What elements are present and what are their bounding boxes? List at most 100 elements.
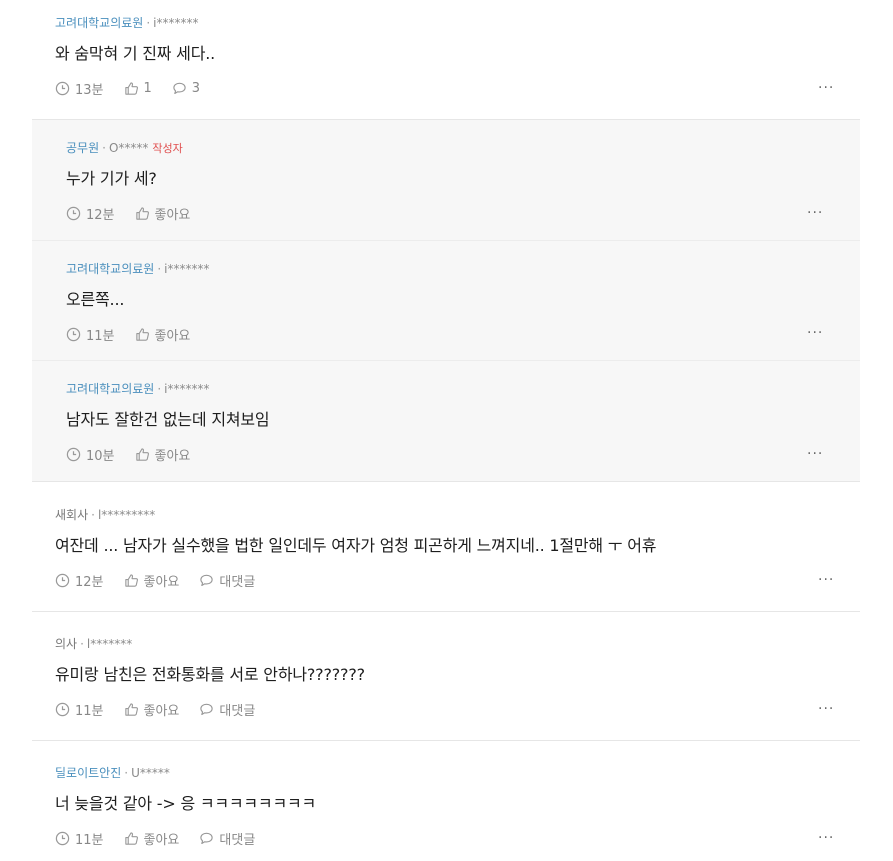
more-dots-icon[interactable]: ··· <box>818 572 834 588</box>
timestamp: 11분 <box>55 829 104 848</box>
time-label: 10분 <box>86 449 115 464</box>
comment-text: 너 늦을것 같아 -> 응 ㅋㅋㅋㅋㅋㅋㅋㅋ <box>55 794 317 813</box>
clock-icon <box>66 327 81 342</box>
like-count: 1 <box>143 81 152 96</box>
comment-text: 와 숨막혀 기 진짜 세다.. <box>55 44 215 63</box>
author-name[interactable]: 딜로이트안진 <box>55 766 121 780</box>
comment-actions: 11분 좋아요 대댓글 <box>55 829 275 848</box>
time-label: 11분 <box>75 833 104 848</box>
comment-text: 누가 기가 세? <box>66 169 157 188</box>
thumbs-up-icon <box>135 448 149 461</box>
reply-button[interactable]: 3 <box>172 81 200 96</box>
user-id: U***** <box>131 766 170 780</box>
reply-label: 대댓글 <box>219 704 256 719</box>
like-button[interactable]: 좋아요 <box>135 325 191 344</box>
comment-meta: 딜로이트안진 · U***** <box>55 764 170 781</box>
comment-text: 남자도 잘한건 없는데 지쳐보임 <box>66 410 270 429</box>
comment-actions: 11분 좋아요 <box>66 325 210 344</box>
meta-separator: · <box>91 508 95 522</box>
comment-actions: 13분 1 3 <box>55 79 220 98</box>
reply-item: 고려대학교의료원 · i******* 남자도 잘한건 없는데 지쳐보임 10분 좋… <box>32 361 860 482</box>
comment-meta: 새회사 · l********* <box>55 506 155 523</box>
user-id: i******* <box>164 262 210 276</box>
author-name[interactable]: 의사 <box>55 637 77 651</box>
timestamp: 12분 <box>55 571 104 590</box>
comment-text: 오른쪽... <box>66 290 125 309</box>
like-button[interactable]: 1 <box>124 81 152 96</box>
comment-item: 새회사 · l********* 여잔데 ... 남자가 실수했을 법한 일인데두 … <box>32 482 860 612</box>
comment-meta: 의사 · l******* <box>55 635 132 652</box>
user-id: l******* <box>86 637 133 651</box>
more-dots-icon[interactable]: ··· <box>818 80 834 96</box>
clock-icon <box>55 81 70 96</box>
author-name[interactable]: 공무원 <box>66 141 99 155</box>
timestamp: 13분 <box>55 79 104 98</box>
thumbs-up-icon <box>135 328 149 341</box>
speech-bubble-icon <box>173 82 186 95</box>
clock-icon <box>66 206 81 221</box>
like-button[interactable]: 좋아요 <box>135 445 191 464</box>
comment-actions: 10분 좋아요 <box>66 445 210 464</box>
user-id: O***** <box>108 141 149 155</box>
more-dots-icon[interactable]: ··· <box>807 205 823 221</box>
reply-label: 대댓글 <box>219 833 256 848</box>
author-name[interactable]: 고려대학교의료원 <box>66 382 154 396</box>
author-name[interactable]: 새회사 <box>55 508 88 522</box>
timestamp: 12분 <box>66 204 115 223</box>
comment-text: 여잔데 ... 남자가 실수했을 법한 일인데두 여자가 엄청 피곤하게 느껴지… <box>55 536 657 555</box>
comment-item: 딜로이트안진 · U***** 너 늦을것 같아 -> 응 ㅋㅋㅋㅋㅋㅋㅋㅋ 11분… <box>32 741 860 861</box>
reply-item: 고려대학교의료원 · i******* 오른쪽... 11분 좋아요 ··· <box>32 241 860 361</box>
more-dots-icon[interactable]: ··· <box>807 446 823 462</box>
reply-button[interactable]: 대댓글 <box>199 829 255 848</box>
timestamp: 10분 <box>66 445 115 464</box>
time-label: 11분 <box>86 329 115 344</box>
like-button[interactable]: 좋아요 <box>135 204 190 223</box>
more-dots-icon[interactable]: ··· <box>807 325 823 341</box>
comment-actions: 12분 좋아요 대댓글 <box>55 571 275 590</box>
meta-separator: · <box>157 262 162 276</box>
thumbs-up-icon <box>124 574 138 587</box>
timestamp: 11분 <box>55 700 104 719</box>
like-label: 좋아요 <box>143 704 180 719</box>
thumbs-up-icon <box>124 832 138 845</box>
like-label: 좋아요 <box>154 329 191 344</box>
like-button[interactable]: 좋아요 <box>124 571 180 590</box>
comment-actions: 11분 좋아요 대댓글 <box>55 700 275 719</box>
meta-separator: · <box>102 141 106 155</box>
speech-bubble-icon <box>200 832 214 845</box>
timestamp: 11분 <box>66 325 115 344</box>
comment-item: 고려대학교의료원 · i******* 와 숨막혀 기 진짜 세다.. 13분 1 … <box>32 0 860 120</box>
time-label: 12분 <box>75 575 104 590</box>
meta-separator: · <box>80 637 84 651</box>
thumbs-up-icon <box>124 82 138 95</box>
user-id: i******* <box>164 382 210 396</box>
reply-button[interactable]: 대댓글 <box>199 700 255 719</box>
clock-icon <box>55 573 70 588</box>
clock-icon <box>55 831 70 846</box>
author-name[interactable]: 고려대학교의료원 <box>66 262 154 276</box>
reply-item: 공무원 · O***** 작성자 누가 기가 세? 12분 좋아요 ··· <box>32 120 860 241</box>
meta-separator: · <box>146 16 151 30</box>
speech-bubble-icon <box>200 574 214 587</box>
meta-separator: · <box>157 382 162 396</box>
thumbs-up-icon <box>135 207 149 220</box>
more-dots-icon[interactable]: ··· <box>818 830 834 846</box>
more-dots-icon[interactable]: ··· <box>818 701 834 717</box>
user-id: l********* <box>97 508 156 522</box>
like-label: 좋아요 <box>143 575 180 590</box>
comment-text: 유미랑 남친은 전화통화를 서로 안하나??????? <box>55 665 365 684</box>
reply-label: 대댓글 <box>219 575 256 590</box>
comment-meta: 고려대학교의료원 · i******* <box>66 380 210 397</box>
author-badge: 작성자 <box>152 142 183 155</box>
author-name[interactable]: 고려대학교의료원 <box>55 16 143 30</box>
like-label: 좋아요 <box>154 449 191 464</box>
clock-icon <box>55 702 70 717</box>
reply-count: 3 <box>191 81 201 96</box>
comment-meta: 고려대학교의료원 · i******* <box>55 14 199 31</box>
like-button[interactable]: 좋아요 <box>124 829 179 848</box>
like-button[interactable]: 좋아요 <box>124 700 180 719</box>
user-id: i******* <box>153 16 199 30</box>
reply-button[interactable]: 대댓글 <box>199 571 255 590</box>
speech-bubble-icon <box>200 703 214 716</box>
time-label: 12분 <box>86 208 115 223</box>
